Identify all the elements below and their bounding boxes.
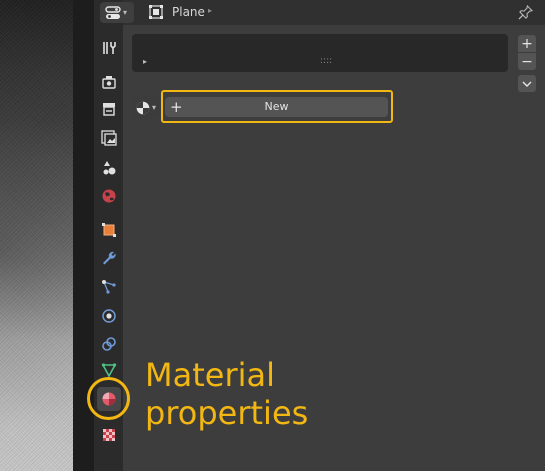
breadcrumb-object-name: Plane bbox=[172, 5, 205, 19]
tool-icon bbox=[103, 42, 116, 54]
tab-constraints[interactable] bbox=[97, 332, 121, 356]
tab-world[interactable] bbox=[97, 184, 121, 208]
annotation-line-2: properties bbox=[145, 394, 309, 432]
physics-icon bbox=[102, 309, 116, 323]
object-icon bbox=[149, 5, 163, 19]
material-specials-menu-button[interactable] bbox=[518, 75, 536, 92]
chevron-down-icon: ▾ bbox=[123, 7, 128, 17]
tab-output[interactable] bbox=[97, 97, 121, 121]
tab-physics[interactable] bbox=[97, 304, 121, 328]
output-icon bbox=[103, 103, 115, 116]
tab-view-layer[interactable] bbox=[97, 126, 121, 150]
remove-material-slot-button[interactable]: − bbox=[518, 53, 536, 70]
tab-particles[interactable] bbox=[97, 275, 121, 299]
add-material-slot-button[interactable]: + bbox=[518, 35, 536, 52]
material-slot-list[interactable] bbox=[132, 34, 508, 72]
mesh-data-icon bbox=[101, 363, 117, 378]
annotation-callout: Material properties bbox=[145, 356, 308, 432]
tab-texture[interactable] bbox=[97, 423, 121, 447]
editor-type-button[interactable]: ▾ bbox=[100, 2, 134, 23]
scene-icon bbox=[103, 161, 116, 175]
particles-icon bbox=[102, 280, 116, 294]
3d-viewport[interactable] bbox=[0, 0, 73, 471]
material-sphere-icon bbox=[136, 101, 150, 114]
browse-material-button[interactable]: ▾ bbox=[133, 97, 161, 118]
chevron-down-icon: ▾ bbox=[152, 102, 157, 112]
highlight-rectangle bbox=[161, 90, 393, 123]
pin-icon[interactable] bbox=[518, 5, 533, 20]
tab-modifiers[interactable] bbox=[97, 246, 121, 270]
constraints-icon bbox=[102, 337, 116, 351]
chevron-right-icon: ▸ bbox=[208, 6, 213, 15]
world-icon bbox=[102, 189, 116, 203]
tab-object[interactable] bbox=[97, 218, 121, 242]
render-icon bbox=[102, 76, 116, 89]
texture-icon bbox=[103, 429, 115, 441]
editor-type-icon bbox=[105, 5, 121, 19]
highlight-circle bbox=[87, 377, 130, 420]
view-layer-icon bbox=[101, 130, 117, 146]
wrench-icon bbox=[103, 251, 116, 265]
resize-grip[interactable]: :::: bbox=[320, 56, 332, 66]
chevron-down-icon bbox=[522, 81, 532, 87]
tab-tool[interactable] bbox=[97, 36, 121, 60]
annotation-line-1: Material bbox=[145, 356, 275, 394]
tab-render[interactable] bbox=[97, 70, 121, 94]
tab-scene[interactable] bbox=[97, 156, 121, 180]
object-icon bbox=[102, 223, 116, 237]
expand-arrow-icon[interactable]: ▸ bbox=[143, 57, 147, 66]
